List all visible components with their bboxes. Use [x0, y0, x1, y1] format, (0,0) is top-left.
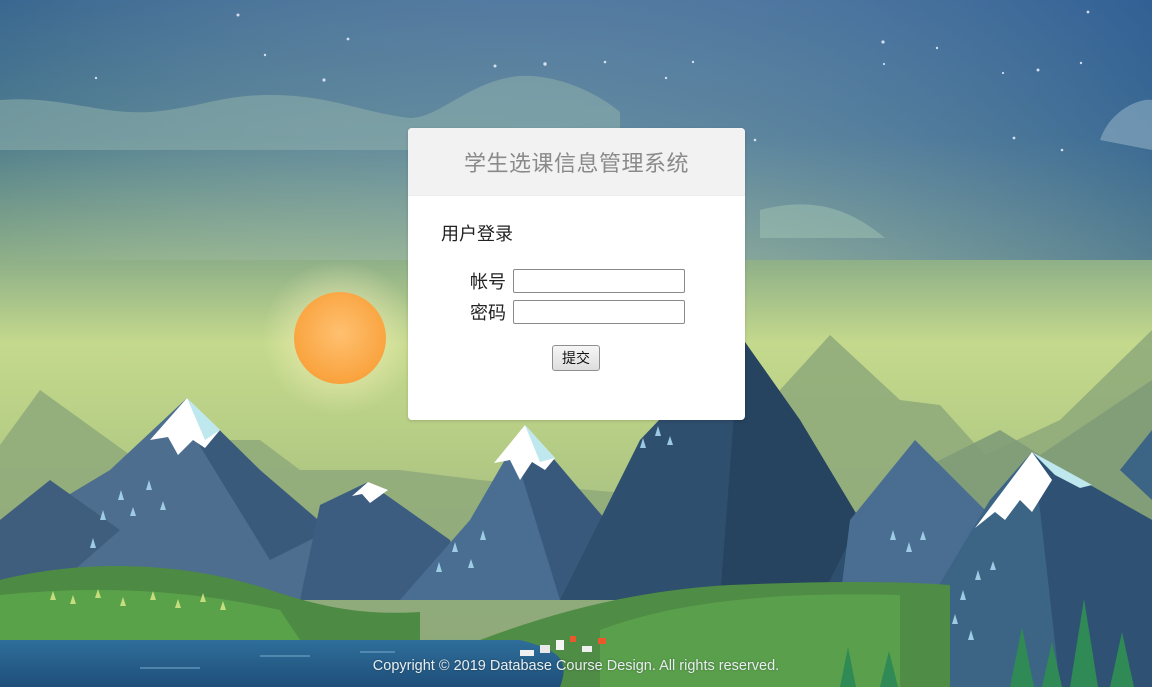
card-header: 学生选课信息管理系统 — [408, 128, 745, 196]
copyright-footer: Copyright © 2019 Database Course Design.… — [372, 658, 780, 674]
password-input[interactable] — [513, 300, 685, 324]
account-label: 帐号 — [470, 272, 506, 293]
account-row: 帐号 — [468, 268, 685, 294]
password-row: 密码 — [468, 299, 685, 325]
submit-button[interactable]: 提交 — [552, 345, 600, 371]
system-title: 学生选课信息管理系统 — [463, 151, 689, 177]
login-section-title: 用户登录 — [441, 224, 513, 245]
account-input[interactable] — [513, 269, 685, 293]
login-card: 学生选课信息管理系统 用户登录 帐号 密码 提交 — [408, 128, 745, 420]
password-label: 密码 — [470, 303, 506, 324]
